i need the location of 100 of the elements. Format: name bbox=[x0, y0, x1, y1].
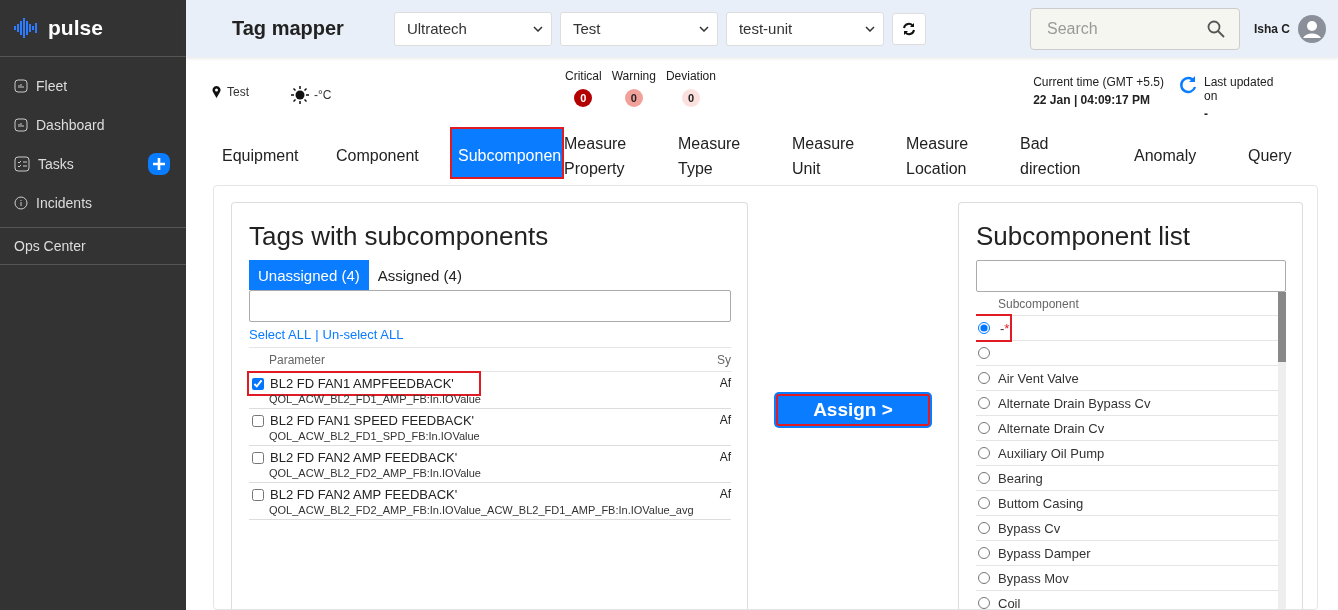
updated-label: Last updated on bbox=[1204, 75, 1275, 103]
radio-button[interactable] bbox=[978, 347, 990, 359]
unselect-all-link[interactable]: Un-select ALL bbox=[322, 327, 404, 342]
sidebar-item[interactable]: Dashboard bbox=[0, 105, 186, 144]
radio-button[interactable] bbox=[978, 322, 990, 334]
chart-icon bbox=[14, 78, 28, 93]
alert-count: 0 bbox=[574, 89, 593, 107]
tag-id: QOL_ACW_BL2_FD2_AMP_FB:In.IOValue_ACW_BL2_FD1_AMP_FB:In.IOValue_avg bbox=[268, 504, 694, 516]
user-name: Isha C bbox=[1254, 21, 1290, 36]
checklist-icon bbox=[14, 155, 30, 172]
sidebar-item[interactable]: Fleet bbox=[0, 66, 186, 105]
table-cell-text: Af bbox=[719, 376, 731, 392]
tag-checkbox[interactable]: BL2 FD FAN1 SPEED FEEDBACK' bbox=[252, 413, 480, 428]
option-label: Auxiliary Oil Pump bbox=[998, 445, 1105, 461]
tag-checkbox[interactable]: BL2 FD FAN2 AMP FEEDBACK' bbox=[252, 487, 694, 502]
checkbox[interactable] bbox=[252, 377, 264, 390]
tab[interactable]: Unassigned (4) bbox=[249, 260, 369, 290]
refresh-button[interactable] bbox=[891, 12, 926, 45]
updated-value: - bbox=[1204, 107, 1209, 121]
tag-id: QOL_ACW_BL2_FD1_SPD_FB:In.IOValue bbox=[268, 430, 480, 442]
dropdown[interactable]: test-unit bbox=[725, 11, 884, 46]
location-pin-icon bbox=[212, 86, 221, 98]
radio-button[interactable] bbox=[978, 397, 990, 409]
select-all-link[interactable]: Select ALL bbox=[249, 327, 312, 342]
checkbox[interactable] bbox=[252, 451, 264, 464]
scrollbar[interactable] bbox=[1278, 292, 1286, 609]
tab[interactable]: Subcomponen bbox=[450, 127, 564, 179]
assign-button[interactable]: Assign > bbox=[774, 392, 932, 428]
sun-icon bbox=[290, 85, 310, 105]
sidebar-section[interactable]: Ops Center bbox=[0, 228, 186, 265]
alert-count: 0 bbox=[624, 89, 643, 107]
separator-text: | bbox=[315, 327, 319, 342]
tag-id: QOL_ACW_BL2_FD1_AMP_FB:In.IOValue bbox=[268, 393, 481, 405]
option-label: Coil bbox=[998, 595, 1021, 609]
option-label: Alternate Drain Cv bbox=[998, 420, 1105, 436]
table-cell-text: Af bbox=[719, 450, 731, 466]
option-label: Bypass Cv bbox=[998, 520, 1061, 536]
chart-icon bbox=[14, 117, 28, 132]
radio-button[interactable] bbox=[978, 447, 990, 459]
column-header: Parameter bbox=[269, 353, 326, 367]
filter-field[interactable] bbox=[976, 260, 1286, 292]
tab[interactable]: Assigned (4) bbox=[368, 260, 471, 290]
radio-button[interactable] bbox=[978, 522, 990, 534]
option-label: Bearing bbox=[998, 470, 1043, 486]
page-title: Tag mapper bbox=[232, 17, 344, 40]
tag-checkbox[interactable]: BL2 FD FAN2 AMP FEEDBACK' bbox=[252, 450, 481, 465]
tab[interactable]: Measure Type bbox=[678, 127, 792, 179]
checkbox[interactable] bbox=[252, 488, 264, 501]
table-cell-text: Af bbox=[719, 413, 731, 429]
tab[interactable]: Measure Property bbox=[564, 127, 678, 179]
search-input[interactable]: Search bbox=[1045, 18, 1185, 39]
panel-title: Subcomponent list bbox=[976, 221, 1191, 252]
tab[interactable]: Anomaly bbox=[1134, 127, 1248, 179]
tag-checkbox[interactable]: BL2 FD FAN1 AMPFEEDBACK' bbox=[252, 376, 476, 391]
search-field[interactable]: Search bbox=[1030, 7, 1240, 50]
caret-icon bbox=[532, 25, 543, 32]
checkbox[interactable] bbox=[252, 414, 264, 427]
temperature-label: -°C bbox=[314, 88, 332, 102]
option-label: Bypass Mov bbox=[998, 570, 1069, 586]
caret-icon bbox=[698, 25, 709, 32]
radio-button[interactable] bbox=[978, 597, 990, 609]
filter-field[interactable] bbox=[249, 290, 731, 322]
option-label: -* bbox=[1000, 320, 1010, 336]
option-label: Bypass Damper bbox=[998, 545, 1091, 561]
tab[interactable]: Measure Unit bbox=[792, 127, 906, 179]
column-header: Sy bbox=[717, 353, 731, 367]
radio-button[interactable] bbox=[978, 422, 990, 434]
logo-icon bbox=[14, 17, 40, 39]
alert-label: Deviation bbox=[665, 69, 716, 83]
refresh-icon bbox=[901, 21, 916, 36]
search-icon bbox=[1207, 19, 1225, 38]
radio-button[interactable] bbox=[978, 547, 990, 559]
tab[interactable]: Bad direction bbox=[1020, 127, 1134, 179]
tag-id: QOL_ACW_BL2_FD2_AMP_FB:In.IOValue bbox=[268, 467, 481, 479]
table-cell-text: Af bbox=[719, 487, 731, 503]
radio-button[interactable] bbox=[978, 472, 990, 484]
tab[interactable]: Component bbox=[336, 127, 450, 179]
avatar-icon[interactable] bbox=[1298, 14, 1326, 43]
panel-title: Tags with subcomponents bbox=[249, 221, 550, 252]
brand-name: pulse bbox=[48, 16, 103, 40]
sidebar-item[interactable]: Tasks bbox=[0, 144, 186, 183]
option-label: Air Vent Valve bbox=[998, 370, 1079, 386]
radio-button[interactable] bbox=[978, 372, 990, 384]
info-icon bbox=[14, 195, 28, 210]
tab[interactable]: Equipment bbox=[222, 127, 336, 179]
alert-count: 0 bbox=[681, 89, 700, 107]
add-icon[interactable] bbox=[148, 152, 170, 175]
tab[interactable]: Query bbox=[1248, 127, 1338, 179]
radio-button[interactable] bbox=[978, 497, 990, 509]
refresh-icon[interactable] bbox=[1178, 75, 1198, 95]
tab[interactable]: Measure Location bbox=[906, 127, 1020, 179]
alert-label: Critical bbox=[565, 69, 602, 83]
caret-icon bbox=[864, 25, 875, 32]
radio-button[interactable] bbox=[978, 572, 990, 584]
option-label: Alternate Drain Bypass Cv bbox=[998, 395, 1151, 411]
time-label: Current time (GMT +5.5) bbox=[1033, 75, 1164, 89]
sidebar-item[interactable]: Incidents bbox=[0, 183, 186, 222]
column-header: Subcomponent bbox=[976, 292, 1278, 316]
dropdown[interactable]: Test bbox=[559, 11, 718, 46]
dropdown[interactable]: Ultratech bbox=[393, 11, 552, 46]
